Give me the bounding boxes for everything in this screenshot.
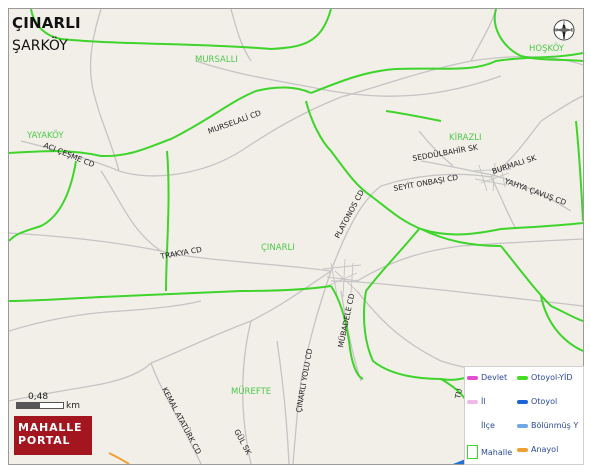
map-subtitle: ŞARKÖY xyxy=(12,38,68,54)
place-label-hoskoy: HOŞKÖY xyxy=(529,43,565,54)
legend-item-devlet: Devlet xyxy=(467,373,507,382)
legend-item-bolunmus: Bölünmüş Y xyxy=(517,421,578,430)
compass-letter-w: W xyxy=(554,28,558,33)
map-title: ÇINARLI xyxy=(12,14,81,32)
legend-label-bolunmus: Bölünmüş Y xyxy=(531,421,579,430)
legend-label-otoyol: Otoyol xyxy=(531,397,558,406)
map-canvas[interactable]: MURSALLI HOŞKÖY YAYAKÖY KİRAZLI ÇINARLI … xyxy=(0,0,591,472)
mahalle-boundaries xyxy=(9,9,583,381)
road-label-burmali: BURMALI SK xyxy=(491,153,538,176)
legend-item-il: İl xyxy=(467,397,486,406)
road-label-murselali: MURSELALİ CD xyxy=(207,108,263,136)
place-label-kirazli: KİRAZLI xyxy=(449,132,482,143)
mahalle-portal-logo[interactable]: MAHALLE PORTAL xyxy=(14,416,92,455)
legend-swatch-ilce xyxy=(467,423,478,428)
road-label-tu: TU xyxy=(453,388,464,401)
legend-item-otoyol-yid: Otoyol-YİD xyxy=(517,373,573,382)
legend-item-otoyol: Otoyol xyxy=(517,397,557,406)
legend-item-mahalle: Mahalle xyxy=(467,445,512,459)
place-label-mursalli: MURSALLI xyxy=(195,55,238,65)
logo-line-1: MAHALLE xyxy=(18,421,83,434)
legend-label-ilce: İlçe xyxy=(481,421,495,430)
legend-swatch-mahalle xyxy=(467,445,478,459)
legend-swatch-anayol xyxy=(517,447,528,452)
road-label-trakya: TRAKYA CD xyxy=(159,245,203,261)
legend-label-il: İl xyxy=(481,397,486,406)
legend-label-otoyol-yid: Otoyol-YİD xyxy=(531,373,573,382)
scale-bar: 0,48 km xyxy=(14,392,124,416)
road-label-cinarliyolu: ÇINARLI YOLU CD xyxy=(294,348,314,414)
scale-bar-graphic xyxy=(16,402,64,409)
road-label-gulsk: GÜL SK xyxy=(232,428,253,457)
legend-item-anayol: Anayol xyxy=(517,445,558,454)
road-label-acicesme: ACI ÇEŞME CD xyxy=(42,141,96,170)
scale-unit: km xyxy=(66,401,80,411)
legend-swatch-devlet xyxy=(467,375,478,380)
legend-swatch-otoyol xyxy=(517,399,528,404)
anayol-road xyxy=(108,452,130,464)
compass-letter-s: S xyxy=(563,35,566,40)
legend-label-devlet: Devlet xyxy=(481,373,508,382)
compass-letter-n: N xyxy=(563,21,566,26)
compass-rose-icon: N S E W xyxy=(552,18,576,42)
scale-value: 0,48 xyxy=(28,392,49,402)
legend-label-mahalle: Mahalle xyxy=(481,447,513,457)
road-label-platonos: PLATONOS CD xyxy=(333,188,366,240)
legend-swatch-il xyxy=(467,399,478,404)
logo-line-2: PORTAL xyxy=(18,434,71,447)
place-label-murefte: MÜREFTE xyxy=(231,386,271,397)
map-legend: Devlet Otoyol-YİD İl Otoyol İlçe Bölünmü… xyxy=(464,366,584,465)
road-label-yahyacavus: YAHYA ÇAVUŞ CD xyxy=(502,176,567,207)
legend-item-ilce: İlçe xyxy=(467,421,495,430)
legend-swatch-otoyol-yid xyxy=(517,375,528,380)
place-label-cinarli: ÇINARLI xyxy=(261,243,295,253)
road-label-kemalataturk: KEMAL ATATÜRK CD xyxy=(160,386,203,456)
legend-swatch-bolunmus xyxy=(517,423,528,428)
legend-label-anayol: Anayol xyxy=(531,445,559,454)
